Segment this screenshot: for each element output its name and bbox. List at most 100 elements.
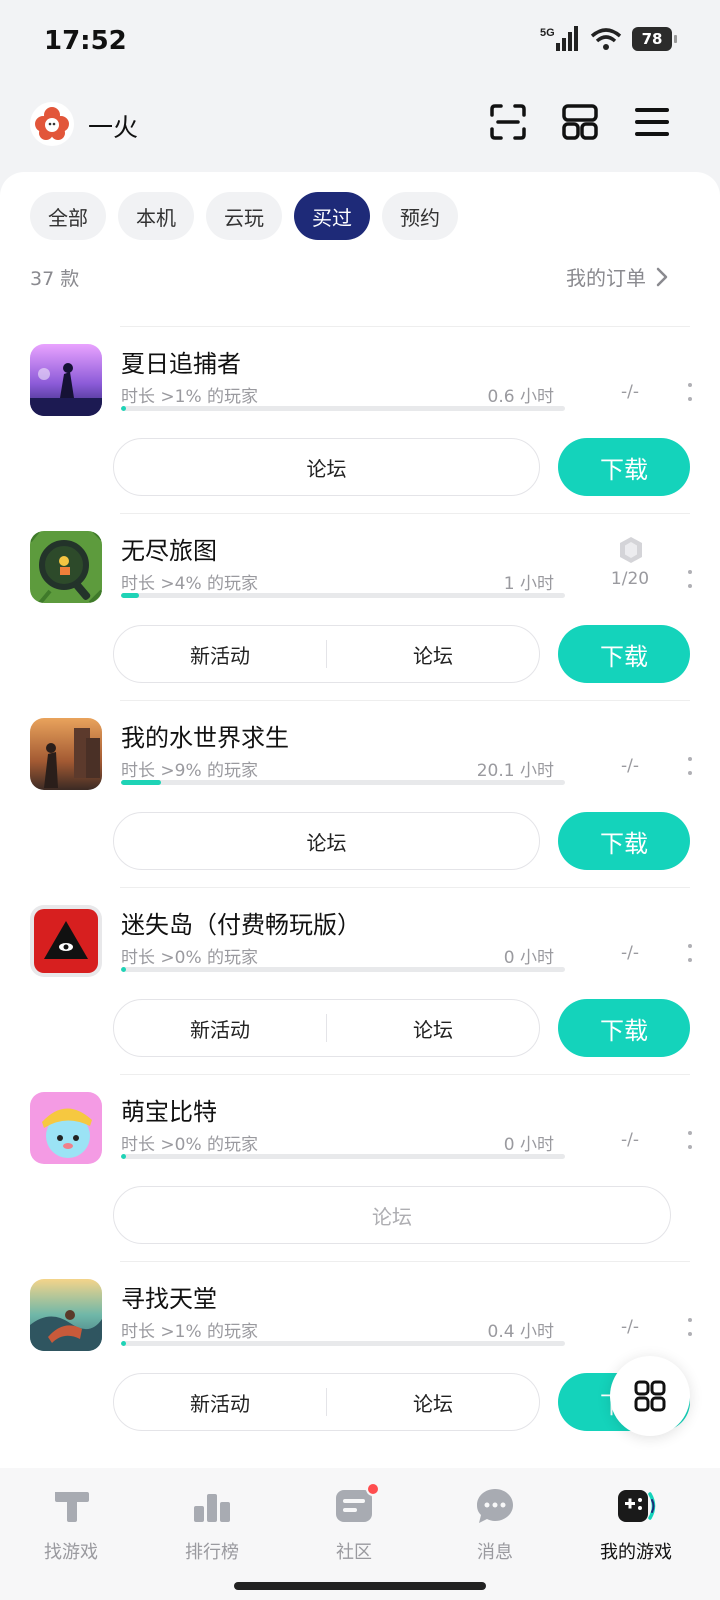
game-icon-water-world[interactable] bbox=[30, 718, 102, 790]
download-button[interactable]: 下载 bbox=[558, 625, 690, 683]
game-title: 夏日追捕者 bbox=[121, 350, 241, 378]
divider bbox=[120, 887, 690, 888]
bottom-nav: 找游戏 排行榜 社区 消息 我的游戏 bbox=[0, 1468, 720, 1600]
game-title: 萌宝比特 bbox=[121, 1098, 217, 1126]
nav-messages[interactable]: 消息 bbox=[435, 1484, 555, 1564]
network-label: 5G bbox=[540, 27, 555, 39]
tab-all[interactable]: 全部 bbox=[30, 192, 106, 240]
game-item: 寻找天堂 时长 >1% 的玩家 0.4 小时 -/- 新活动 论坛 下载 bbox=[0, 1261, 720, 1449]
forum-button[interactable]: 论坛 bbox=[114, 827, 539, 856]
my-games-icon bbox=[618, 1490, 656, 1522]
achievement-count: -/- bbox=[621, 756, 639, 776]
layout-grid-icon[interactable] bbox=[560, 102, 600, 142]
avatar-flower-icon bbox=[35, 107, 69, 140]
download-button[interactable]: 下载 bbox=[558, 812, 690, 870]
game-hours: 0.6 小时 bbox=[487, 387, 554, 407]
nav-community[interactable]: 社区 bbox=[294, 1482, 414, 1564]
achievement-count: -/- bbox=[621, 1317, 639, 1337]
forum-button[interactable]: 论坛 bbox=[114, 453, 539, 482]
divider bbox=[120, 1074, 690, 1075]
playtime-progress-bar bbox=[121, 593, 565, 598]
game-icon-endless-journey[interactable] bbox=[30, 531, 102, 603]
more-options-icon[interactable] bbox=[685, 1128, 695, 1152]
game-stat: 时长 >1% 的玩家 bbox=[121, 1322, 259, 1342]
game-title: 迷失岛（付费畅玩版） bbox=[121, 911, 361, 939]
game-icon-cute-bit[interactable] bbox=[30, 1092, 102, 1164]
playtime-progress-bar bbox=[121, 1341, 565, 1346]
filter-tabs: 全部 本机 云玩 买过 预约 bbox=[30, 192, 458, 240]
forum-button[interactable]: 论坛 bbox=[327, 1014, 539, 1043]
avatar[interactable] bbox=[30, 102, 74, 146]
more-options-icon[interactable] bbox=[685, 380, 695, 404]
floating-grid-button[interactable] bbox=[610, 1356, 690, 1436]
game-icon-lost-island[interactable] bbox=[30, 905, 102, 977]
tab-purchased[interactable]: 买过 bbox=[294, 192, 370, 240]
playtime-progress-bar bbox=[121, 1154, 565, 1159]
wifi-icon bbox=[590, 28, 622, 50]
divider bbox=[120, 326, 690, 327]
game-actions: 论坛 bbox=[113, 812, 540, 870]
scan-icon[interactable] bbox=[488, 102, 528, 142]
nav-find-games[interactable]: 找游戏 bbox=[11, 1484, 131, 1564]
more-options-icon[interactable] bbox=[685, 1315, 695, 1339]
achievement-count: -/- bbox=[621, 1130, 639, 1150]
messages-icon bbox=[477, 1489, 513, 1523]
game-icon-summer-chaser[interactable] bbox=[30, 344, 102, 416]
playtime-progress-bar bbox=[121, 780, 565, 785]
game-stat: 时长 >9% 的玩家 bbox=[121, 761, 259, 781]
forum-button[interactable]: 论坛 bbox=[327, 1388, 539, 1417]
nav-ranking[interactable]: 排行榜 bbox=[152, 1484, 272, 1564]
more-options-icon[interactable] bbox=[685, 941, 695, 965]
nav-label: 找游戏 bbox=[44, 1542, 98, 1563]
game-item: 我的水世界求生 时长 >9% 的玩家 20.1 小时 -/- 论坛 下载 bbox=[0, 700, 720, 888]
community-icon-wrap bbox=[332, 1482, 380, 1528]
game-hours: 0 小时 bbox=[503, 1135, 554, 1155]
game-icon-finding-paradise[interactable] bbox=[30, 1279, 102, 1351]
download-button[interactable]: 下载 bbox=[558, 438, 690, 496]
status-bar: 17:52 5G 78 bbox=[0, 0, 720, 84]
menu-icon[interactable] bbox=[632, 102, 672, 142]
game-actions: 新活动 论坛 bbox=[113, 625, 540, 683]
more-options-icon[interactable] bbox=[685, 754, 695, 778]
achievement-count: -/- bbox=[621, 382, 639, 402]
home-indicator[interactable] bbox=[234, 1582, 486, 1590]
divider bbox=[120, 513, 690, 514]
game-art bbox=[30, 1092, 102, 1164]
tab-cloud[interactable]: 云玩 bbox=[206, 192, 282, 240]
game-item: 无尽旅图 时长 >4% 的玩家 1 小时 1/20 新活动 论坛 下载 bbox=[0, 513, 720, 701]
forum-button[interactable]: 论坛 bbox=[327, 640, 539, 669]
achievement-badge-icon bbox=[620, 537, 642, 563]
tab-local[interactable]: 本机 bbox=[118, 192, 194, 240]
more-options-icon[interactable] bbox=[685, 567, 695, 591]
game-title: 我的水世界求生 bbox=[121, 724, 289, 752]
new-activity-button[interactable]: 新活动 bbox=[114, 1014, 326, 1043]
my-orders-link[interactable]: 我的订单 bbox=[566, 262, 668, 291]
new-activity-button[interactable]: 新活动 bbox=[114, 640, 326, 669]
game-actions: 论坛 bbox=[113, 438, 540, 496]
progress-fill bbox=[121, 1341, 127, 1346]
find-games-icon bbox=[55, 1492, 89, 1522]
game-actions: 新活动 论坛 bbox=[113, 1373, 540, 1431]
nav-label: 排行榜 bbox=[185, 1542, 239, 1563]
nav-my-games[interactable]: 我的游戏 bbox=[576, 1484, 696, 1564]
divider bbox=[120, 700, 690, 701]
progress-fill bbox=[121, 406, 127, 411]
status-icons: 5G 78 bbox=[540, 26, 677, 52]
new-activity-button[interactable]: 新活动 bbox=[114, 1388, 326, 1417]
forum-button[interactable]: 论坛 bbox=[114, 1201, 670, 1230]
tab-reserved[interactable]: 预约 bbox=[382, 192, 458, 240]
battery-indicator: 78 bbox=[632, 27, 677, 51]
nav-label: 消息 bbox=[477, 1542, 513, 1563]
download-button[interactable]: 下载 bbox=[558, 999, 690, 1057]
top-header: 一火 bbox=[0, 96, 720, 156]
game-hours: 20.1 小时 bbox=[476, 761, 554, 781]
achievement-count: -/- bbox=[621, 943, 639, 963]
game-stat: 时长 >0% 的玩家 bbox=[121, 1135, 259, 1155]
playtime-progress-bar bbox=[121, 406, 565, 411]
game-art bbox=[30, 1279, 102, 1351]
game-count: 37 款 bbox=[30, 268, 80, 290]
progress-fill bbox=[121, 593, 139, 598]
game-art bbox=[30, 905, 102, 977]
nav-label: 社区 bbox=[336, 1542, 372, 1563]
chevron-right-icon bbox=[656, 267, 668, 286]
